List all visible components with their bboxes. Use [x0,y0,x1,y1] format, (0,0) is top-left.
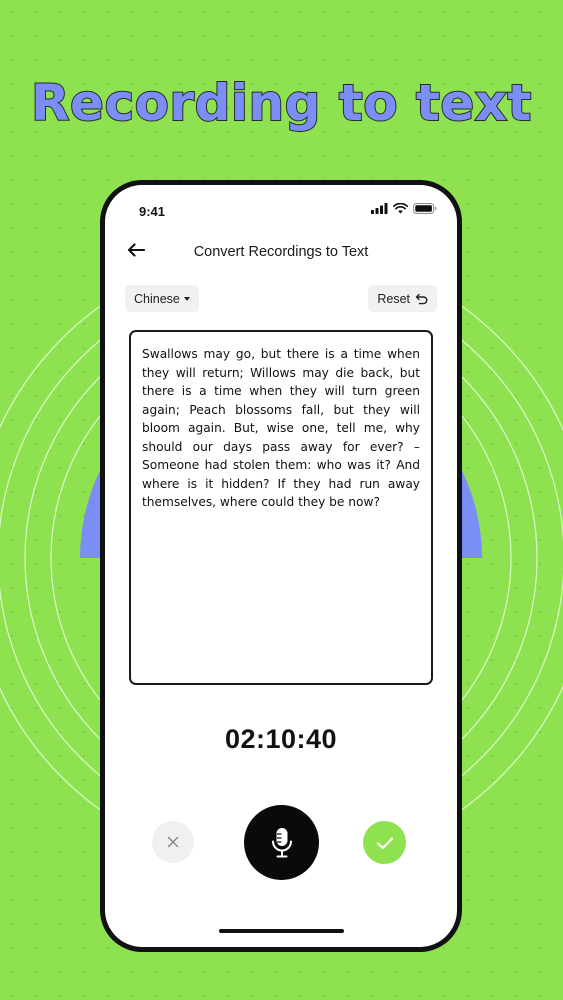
page-title: Convert Recordings to Text [193,244,369,260]
language-label: Chinese [134,291,180,306]
transcript-box[interactable]: Swallows may go, but there is a time whe… [129,330,433,685]
phone-screen: 9:41 Convert Recordings to Text Chinese … [105,185,457,947]
signal-icon [371,203,388,214]
phone-frame: 9:41 Convert Recordings to Text Chinese … [100,180,462,952]
caret-down-icon [183,297,190,301]
status-bar: 9:41 [105,185,457,229]
check-icon [376,836,393,849]
recording-timer: 02:10:40 [224,724,338,754]
confirm-button[interactable] [363,821,406,864]
undo-icon [415,293,428,304]
close-icon [167,836,179,848]
status-icons [371,203,437,214]
status-time: 9:41 [139,204,166,219]
reset-label: Reset [377,291,410,306]
nav-bar: Convert Recordings to Text [105,229,457,279]
home-indicator [219,929,344,933]
battery-icon [413,203,437,214]
transcript-text: Swallows may go, but there is a time whe… [142,347,420,509]
reset-button[interactable]: Reset [368,285,437,312]
promo-headline: Recording to text [30,73,532,133]
microphone-icon [271,827,292,857]
language-dropdown[interactable]: Chinese [125,285,199,312]
record-button[interactable] [244,805,319,880]
wifi-icon [393,203,408,214]
cancel-button[interactable] [152,821,194,863]
